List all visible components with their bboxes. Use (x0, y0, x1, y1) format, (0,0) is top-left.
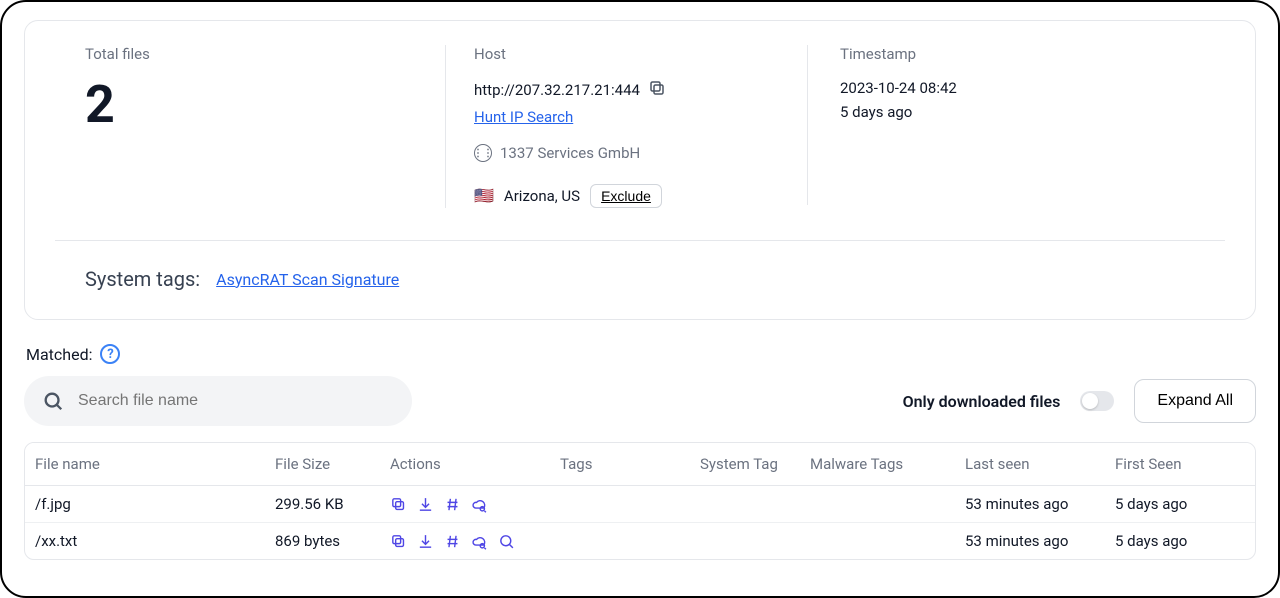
timestamp-relative: 5 days ago (840, 103, 1195, 121)
timestamp-label: Timestamp (840, 45, 1195, 63)
hash-icon[interactable] (444, 533, 461, 550)
only-downloaded-toggle[interactable] (1080, 391, 1114, 411)
th-file-size: File Size (275, 455, 390, 473)
flag-icon: 🇺🇸 (474, 188, 494, 204)
table-header: File name File Size Actions Tags System … (25, 443, 1255, 486)
asn-icon: ⋮⋮ (474, 144, 492, 162)
th-system-tag: System Tag (700, 455, 810, 473)
system-tags-label: System tags: (85, 267, 200, 291)
th-last-seen: Last seen (965, 455, 1115, 473)
total-files-label: Total files (85, 45, 415, 63)
host-label: Host (474, 45, 779, 63)
only-downloaded-label: Only downloaded files (903, 392, 1061, 411)
location-text: Arizona, US (504, 187, 580, 205)
copy-icon[interactable] (648, 79, 666, 101)
cell-actions (390, 533, 560, 550)
cell-file-name: /xx.txt (35, 532, 275, 550)
copy-icon[interactable] (390, 533, 407, 550)
table-row: /xx.txt869 bytes 53 minutes ago5 days ago (25, 523, 1255, 559)
cell-file-name: /f.jpg (35, 495, 275, 513)
asn-org: 1337 Services GmbH (500, 144, 640, 162)
total-files-value: 2 (85, 79, 415, 131)
download-icon[interactable] (417, 533, 434, 550)
timestamp-value: 2023-10-24 08:42 (840, 79, 1195, 97)
cloud-search-icon[interactable] (471, 496, 488, 513)
cell-file-size: 869 bytes (275, 532, 390, 550)
summary-card: Total files 2 Host http://207.32.217.21:… (24, 20, 1256, 320)
th-malware-tags: Malware Tags (810, 455, 965, 473)
hash-icon[interactable] (444, 496, 461, 513)
timestamp-block: Timestamp 2023-10-24 08:42 5 days ago (807, 45, 1195, 205)
search-input[interactable] (24, 376, 412, 426)
cell-file-size: 299.56 KB (275, 495, 390, 513)
download-icon[interactable] (417, 496, 434, 513)
copy-icon[interactable] (390, 496, 407, 513)
expand-all-button[interactable]: Expand All (1134, 379, 1256, 423)
cell-first-seen: 5 days ago (1115, 532, 1256, 550)
cloud-search-icon[interactable] (471, 533, 488, 550)
cell-actions (390, 496, 560, 513)
host-url: http://207.32.217.21:444 (474, 81, 640, 99)
th-file-name: File name (35, 455, 275, 473)
matched-label: Matched: (26, 345, 92, 364)
cell-last-seen: 53 minutes ago (965, 532, 1115, 550)
th-actions: Actions (390, 455, 560, 473)
hunt-ip-link[interactable]: Hunt IP Search (474, 108, 573, 126)
th-first-seen: First Seen (1115, 455, 1256, 473)
help-icon[interactable]: ? (100, 344, 120, 364)
total-files-block: Total files 2 (85, 45, 445, 208)
system-tag-link[interactable]: AsyncRAT Scan Signature (216, 270, 399, 289)
table-row: /f.jpg299.56 KB 53 minutes ago5 days ago (25, 486, 1255, 523)
files-table: File name File Size Actions Tags System … (24, 442, 1256, 560)
exclude-button[interactable]: Exclude (590, 184, 662, 208)
search-icon (42, 390, 64, 412)
host-block: Host http://207.32.217.21:444 Hunt IP Se… (445, 45, 807, 208)
cell-last-seen: 53 minutes ago (965, 495, 1115, 513)
cell-first-seen: 5 days ago (1115, 495, 1256, 513)
th-tags: Tags (560, 455, 700, 473)
search-icon[interactable] (498, 533, 515, 550)
